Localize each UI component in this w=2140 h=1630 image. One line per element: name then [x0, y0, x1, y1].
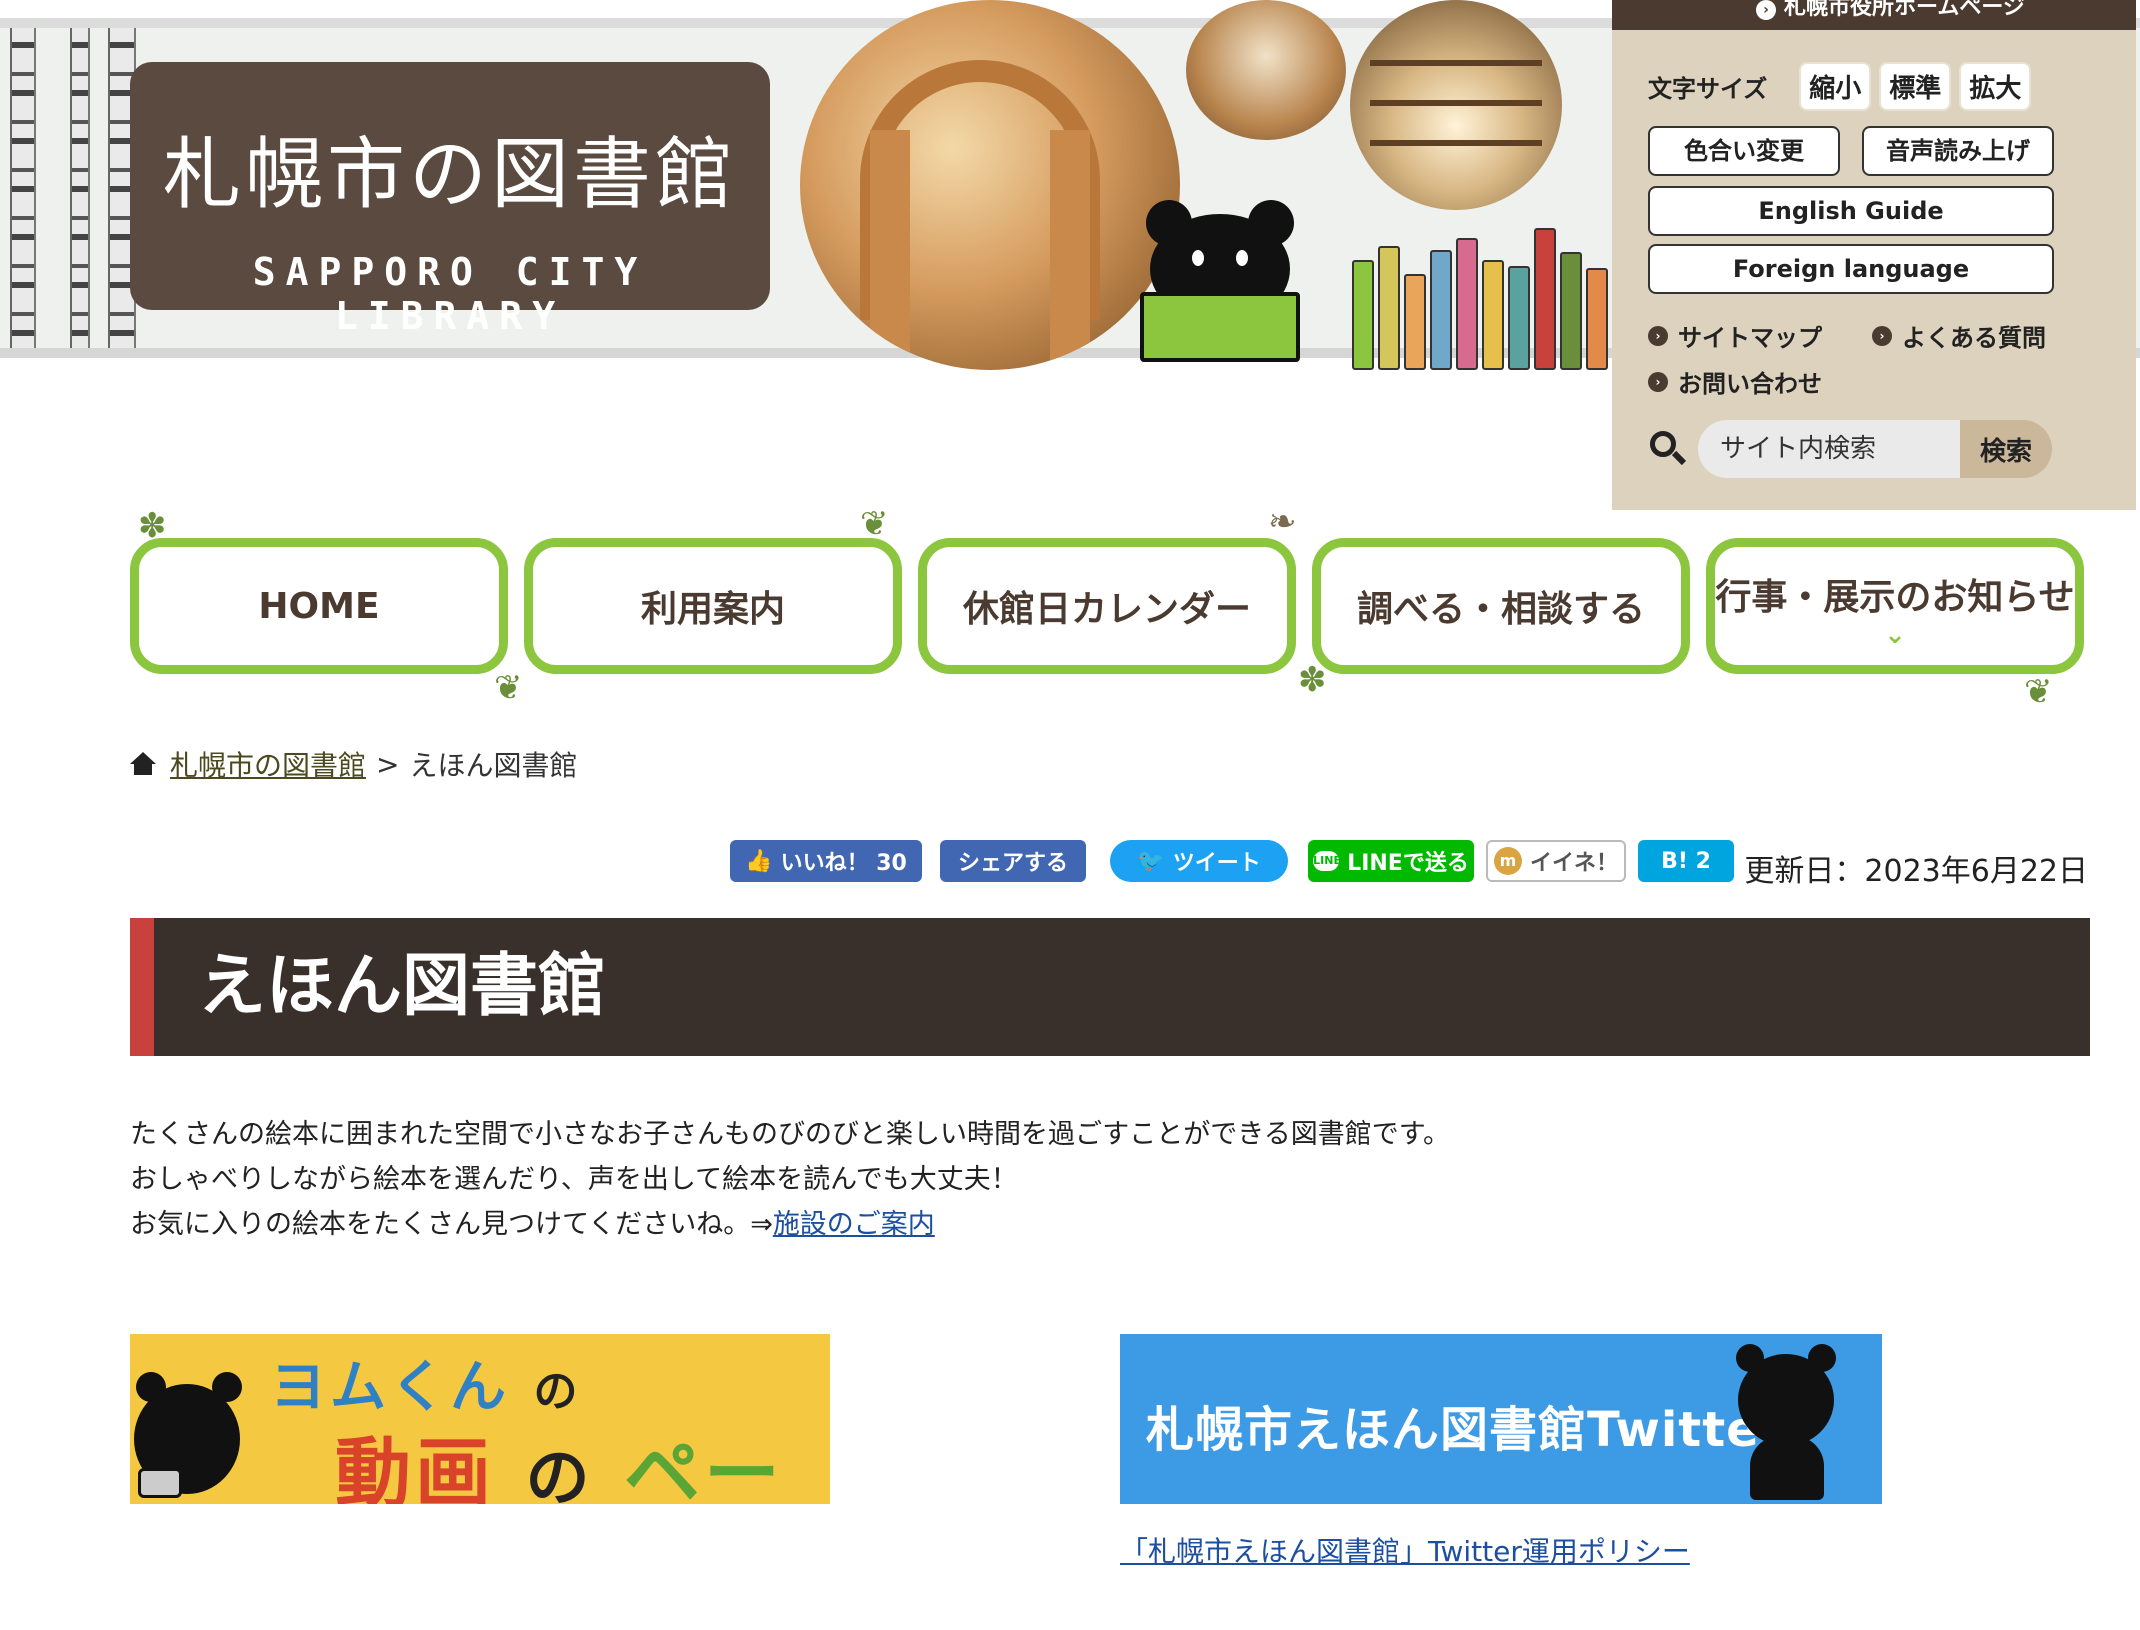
- video-banner-line2: 動画 の ページ: [335, 1412, 830, 1504]
- hatena-bookmark-button[interactable]: B! 2: [1638, 840, 1734, 882]
- facebook-like-button[interactable]: 👍 いいね！ 30: [730, 840, 922, 882]
- leaf-decoration: ❦: [2024, 672, 2053, 712]
- nav-home[interactable]: HOME: [130, 538, 508, 674]
- city-home-link[interactable]: › 札幌市役所ホームページ: [1612, 0, 2136, 30]
- breadcrumb-current: えほん図書館: [409, 749, 578, 782]
- mixi-check-button[interactable]: m イイネ！: [1486, 840, 1626, 882]
- video-banner-no: の: [533, 1366, 582, 1417]
- page-title: えほん図書館: [198, 947, 607, 1026]
- leaf-decoration: ✽: [1298, 660, 1327, 700]
- breadcrumb-home-link[interactable]: 札幌市の図書館: [170, 744, 366, 784]
- logo-title-en: SAPPORO CITY LIBRARY: [252, 250, 648, 338]
- yomu-kun-bear-mascot: [1140, 200, 1300, 362]
- book-spines-decoration: [1352, 220, 1634, 370]
- leaf-decoration: ❦: [494, 668, 523, 708]
- contact-label: お問い合わせ: [1678, 370, 1822, 398]
- intro-line: お気に入りの絵本をたくさん見つけてくださいね。⇒施設のご案内: [130, 1202, 1450, 1247]
- site-logo[interactable]: 札幌市の図書館 SAPPORO CITY LIBRARY: [130, 62, 770, 338]
- arrow-right-icon: ›: [1648, 371, 1668, 392]
- facebook-share-button[interactable]: シェアする: [940, 840, 1086, 882]
- search-icon: [1648, 429, 1688, 469]
- updated-date: 更新日：2023年6月22日: [1744, 854, 2088, 889]
- nav-events[interactable]: 行事・展示のお知らせ ⌄: [1706, 538, 2084, 674]
- color-change-button[interactable]: 色合い変更: [1648, 126, 1840, 176]
- twitter-bird-icon: 🐦: [1137, 848, 1165, 874]
- video-banner-douga: 動画: [335, 1429, 495, 1504]
- twitter-banner[interactable]: 札幌市えほん図書館Twitter: [1120, 1334, 1882, 1504]
- logo-title-jp: 札幌市の図書館: [162, 130, 737, 220]
- arrow-right-icon: ›: [1872, 325, 1892, 346]
- video-page-banner[interactable]: ヨムくん の 動画 の ページ: [130, 1334, 830, 1504]
- video-banner-line1: ヨムくん の: [270, 1342, 582, 1423]
- sitemap-label: サイトマップ: [1678, 324, 1822, 352]
- share-label: シェアする: [957, 851, 1068, 876]
- font-large-button[interactable]: 拡大: [1959, 62, 2032, 111]
- nav-closed-calendar[interactable]: 休館日カレンダー: [918, 538, 1296, 674]
- english-guide-button[interactable]: English Guide: [1648, 186, 2054, 236]
- video-banner-no2: の: [525, 1442, 594, 1504]
- nav-research-label: 調べる・相談する: [1356, 589, 1645, 630]
- thumbs-up-icon: 👍: [745, 848, 773, 874]
- tweet-button[interactable]: 🐦 ツイート: [1110, 840, 1288, 882]
- line-share-button[interactable]: LINE LINEで送る: [1308, 840, 1474, 882]
- like-label: いいね！ 30: [780, 851, 907, 876]
- nav-research[interactable]: 調べる・相談する: [1312, 538, 1690, 674]
- foreign-language-button[interactable]: Foreign language: [1648, 244, 2054, 294]
- leaf-decoration: ❦: [860, 504, 889, 544]
- arrow-right-icon: ›: [1648, 325, 1668, 346]
- facility-guide-link[interactable]: 施設のご案内: [773, 1209, 935, 1240]
- line-label: LINEで送る: [1347, 851, 1469, 876]
- arrow-right-icon: ›: [1756, 0, 1776, 20]
- intro-text: たくさんの絵本に囲まれた空間で小さなお子さんものびのびと楽しい時間を過ごすことが…: [130, 1112, 1450, 1247]
- bear-with-phone-illustration: [1732, 1340, 1842, 1500]
- page-title-bar: えほん図書館: [130, 918, 2090, 1056]
- chevron-down-icon: ⌄: [1884, 620, 1906, 650]
- contact-link[interactable]: › お問い合わせ: [1648, 364, 1822, 399]
- nav-events-label: 行事・展示のお知らせ: [1715, 577, 2075, 618]
- faq-link[interactable]: › よくある質問: [1872, 318, 2046, 353]
- nav-home-label: HOME: [258, 585, 380, 627]
- nav-usage-guide-label: 利用案内: [640, 589, 785, 630]
- home-icon: [130, 752, 156, 776]
- utility-panel: › 札幌市役所ホームページ 文字サイズ 縮小 標準 拡大 色合い変更 音声読み上げ…: [1612, 0, 2136, 510]
- font-size-controls: 文字サイズ 縮小 標準 拡大: [1648, 62, 2032, 111]
- site-search: 検索: [1648, 420, 2052, 478]
- bear-with-camera-illustration: [130, 1364, 250, 1504]
- bird-decoration: ❧: [1268, 502, 1297, 542]
- video-banner-yomukun: ヨムくん: [270, 1355, 510, 1420]
- breadcrumb: 札幌市の図書館 > えほん図書館: [130, 744, 578, 784]
- nav-usage-guide[interactable]: 利用案内: [524, 538, 902, 674]
- birch-tree-decoration: [70, 28, 90, 348]
- main-nav: HOME 利用案内 休館日カレンダー 調べる・相談する 行事・展示のお知らせ ⌄: [130, 538, 2084, 674]
- font-standard-button[interactable]: 標準: [1879, 62, 1952, 111]
- library-interior-photo: [800, 0, 1180, 370]
- birch-tree-decoration: [10, 28, 36, 348]
- city-home-link-label: 札幌市役所ホームページ: [1784, 0, 2025, 20]
- twitter-banner-text: 札幌市えほん図書館Twitter: [1146, 1402, 1785, 1458]
- font-small-button[interactable]: 縮小: [1799, 62, 1872, 111]
- font-size-label: 文字サイズ: [1648, 75, 1768, 103]
- hatena-label: B! 2: [1661, 848, 1711, 874]
- intro-line: おしゃべりしながら絵本を選んだり、声を出して絵本を読んでも大丈夫！: [130, 1164, 1018, 1195]
- faq-label: よくある質問: [1902, 324, 2046, 352]
- nav-closed-calendar-label: 休館日カレンダー: [962, 589, 1251, 630]
- tweet-label: ツイート: [1172, 851, 1261, 876]
- search-input[interactable]: [1698, 420, 1960, 478]
- library-atrium-photo: [1186, 0, 1346, 140]
- intro-line-text: お気に入りの絵本をたくさん見つけてくださいね。⇒: [130, 1209, 773, 1240]
- mixi-icon: m: [1493, 847, 1522, 875]
- intro-line: たくさんの絵本に囲まれた空間で小さなお子さんものびのびと楽しい時間を過ごすことが…: [130, 1119, 1451, 1150]
- breadcrumb-separator: >: [376, 747, 400, 781]
- leaf-decoration: ✽: [138, 506, 167, 546]
- sitemap-link[interactable]: › サイトマップ: [1648, 318, 1822, 353]
- mixi-label: イイネ！: [1529, 851, 1618, 876]
- line-icon: LINE: [1313, 851, 1341, 871]
- voice-read-button[interactable]: 音声読み上げ: [1862, 126, 2054, 176]
- search-button[interactable]: 検索: [1960, 420, 2052, 478]
- library-shelves-photo: [1350, 0, 1562, 210]
- twitter-policy-link[interactable]: 「札幌市えほん図書館」Twitter運用ポリシー: [1120, 1530, 1690, 1570]
